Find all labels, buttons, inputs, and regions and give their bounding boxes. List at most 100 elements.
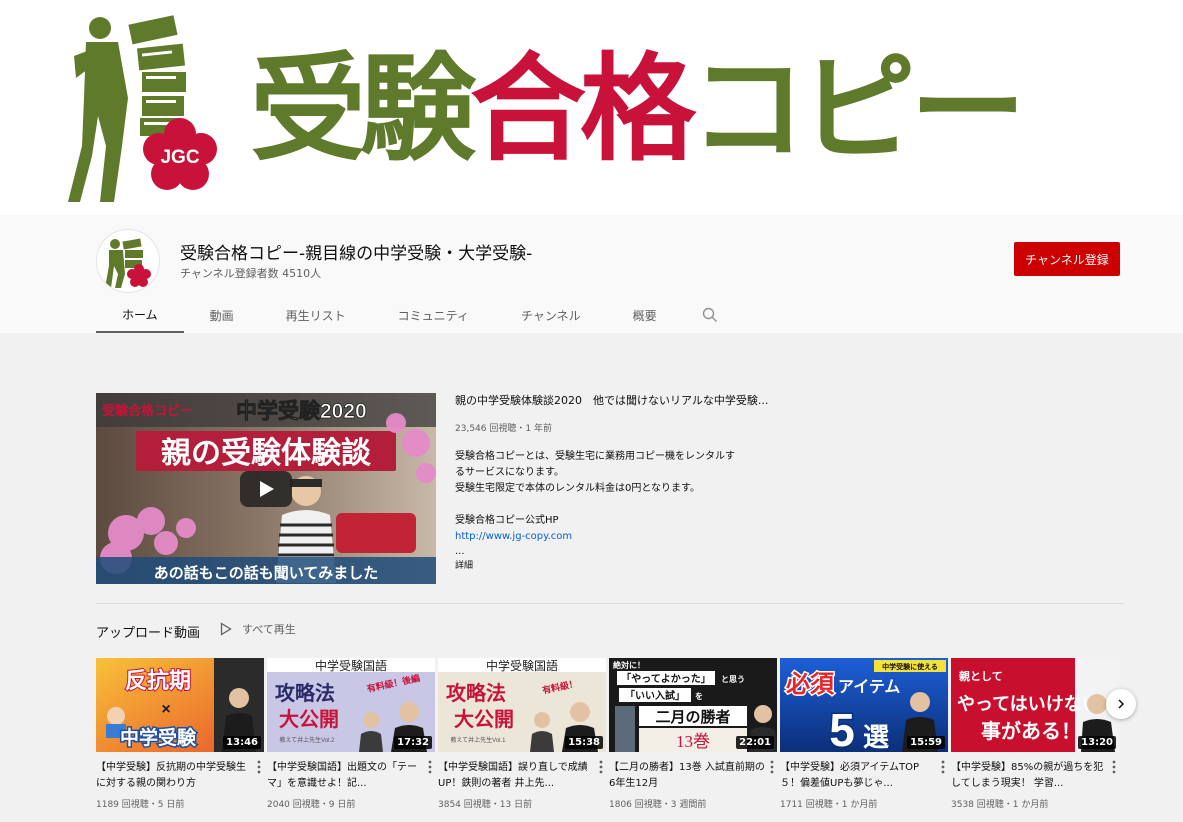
tab-videos[interactable]: 動画 [184, 297, 260, 333]
video-thumbnail[interactable]: 中学受験に使える 必須 アイテム 5 選 15:59 [780, 658, 948, 752]
video-meta: 3854 回視聴・13 日前 [438, 800, 533, 810]
more-actions-icon[interactable] [938, 759, 948, 775]
description-line: るサービスになります。 [455, 467, 564, 478]
video-thumbnail[interactable]: 絶対に！ 「やってよかった」 と思う 「いい入試」 を 二月の勝者 13巻 22… [609, 658, 777, 752]
featured-thumbnail-art: 受験合格コピー 中学受験2020 親の受験体験談 あの話もこの話も聞いてみました [96, 393, 436, 584]
subscribe-button[interactable]: チャンネル登録 [1014, 242, 1120, 276]
thumb-text: 中学受験に使える [882, 662, 938, 671]
video-thumbnail[interactable]: 反抗期 × 中学受験 13:46 [96, 658, 264, 752]
tab-about[interactable]: 概要 [607, 297, 683, 333]
more-actions-icon[interactable] [1109, 759, 1119, 775]
video-title[interactable]: 【中学受験】必須アイテムTOP５！偏差値UPも夢じゃ... [780, 760, 948, 792]
video-duration: 13:20 [1078, 736, 1116, 749]
video-card[interactable]: 反抗期 × 中学受験 13:46 【中学受験】反抗期の中学受験生に対する親の関わ… [96, 658, 264, 810]
tab-playlists[interactable]: 再生リスト [260, 297, 372, 333]
thumb-text: 中学受験 [120, 726, 197, 749]
video-card[interactable]: 中学受験に使える 必須 アイテム 5 選 15:59 【中学受験】必須アイテムT… [780, 658, 948, 810]
video-card[interactable]: 親として やってはいけない 事がある！ 13:20 【中学受験】85%の親が過ち… [951, 658, 1119, 810]
video-card[interactable]: 中学受験国語 攻略法 大公開 有料級！ 教えて井上先生Vol.1 15:38 【… [438, 658, 606, 810]
video-meta: 2040 回視聴・9 日前 [267, 800, 356, 810]
video-thumbnail[interactable]: 中学受験国語 攻略法 大公開 有料級！後編 教えて井上先生Vol.2 17:32 [267, 658, 435, 752]
tab-home[interactable]: ホーム [96, 297, 184, 333]
description-line: 受験合格コピー公式HP [455, 515, 559, 526]
channel-tabs: ホーム 動画 再生リスト コミュニティ チャンネル 概要 [96, 297, 737, 333]
logo-badge-text: JGC [160, 147, 199, 168]
video-duration: 13:46 [223, 736, 261, 749]
featured-video-title[interactable]: 親の中学受験体験談2020 他では聞けないリアルな中学受験... [455, 393, 775, 409]
thumb-text: 「やってよかった」 [621, 672, 711, 685]
description-line [455, 497, 775, 513]
thumb-text: 親として [959, 669, 1003, 683]
video-duration: 22:01 [736, 736, 774, 749]
banner-title-part3: コピー [690, 42, 1026, 177]
featured-video-meta: 23,546 回視聴・1 年前 [455, 424, 552, 434]
more-actions-icon[interactable] [596, 759, 606, 775]
thumb-text: 「いい入試」 [625, 689, 685, 702]
thumb-text: と思う [721, 675, 745, 684]
uploads-shelf-title[interactable]: アップロード動画 [96, 622, 200, 641]
channel-header: 受験合格コピー-親目線の中学受験・大学受験- チャンネル登録者数 4510人 チ… [0, 215, 1183, 333]
play-all-button[interactable]: すべて再生 [220, 621, 296, 637]
thumb-text: 必須 [786, 671, 835, 698]
thumb-headline1: 中学受験2020 [236, 399, 367, 423]
video-duration: 15:59 [907, 736, 945, 749]
channel-name: 受験合格コピー-親目線の中学受験・大学受験- [180, 244, 533, 264]
video-title[interactable]: 【中学受験】85%の親が過ちを犯してしまう現実！ 学習... [951, 760, 1119, 792]
thumb-text: やってはいけない [957, 694, 1100, 714]
more-actions-icon[interactable] [767, 759, 777, 775]
video-meta: 1711 回視聴・1 か月前 [780, 800, 878, 810]
video-meta: 1806 回視聴・3 週間前 [609, 800, 707, 810]
show-more-button[interactable]: 詳細 [455, 559, 775, 573]
thumb-text: 事がある！ [981, 719, 1081, 743]
subscriber-count: チャンネル登録者数 4510人 [180, 267, 322, 280]
video-duration: 15:38 [565, 736, 603, 749]
thumb-text: を [695, 692, 703, 701]
video-title[interactable]: 【中学受験国語】誤り直しで成績UP！鉄則の著者 井上先... [438, 760, 606, 792]
tab-channels[interactable]: チャンネル [495, 297, 607, 333]
tab-community[interactable]: コミュニティ [372, 297, 495, 333]
video-title[interactable]: 【中学受験国語】出題文の「テーマ」を意識せよ！記... [267, 760, 435, 792]
description-line: 受験合格コピーとは、受験生宅に業務用コピー機をレンタルす [455, 451, 735, 462]
thumb-text: 反抗期 [125, 668, 191, 693]
video-thumbnail[interactable]: 中学受験国語 攻略法 大公開 有料級！ 教えて井上先生Vol.1 15:38 [438, 658, 606, 752]
copier-mascot-logo: JGC [68, 15, 217, 202]
thumb-text: 教えて井上先生Vol.1 [450, 736, 506, 744]
description-ellipsis: ... [455, 546, 465, 557]
banner-title: 受験 合格 コピー [250, 40, 1026, 180]
thumb-text: 絶対に！ [613, 660, 645, 670]
video-card[interactable]: 絶対に！ 「やってよかった」 と思う 「いい入試」 を 二月の勝者 13巻 22… [609, 658, 777, 810]
thumb-text: 中学受験国語 [315, 658, 387, 673]
video-thumbnail[interactable]: 親として やってはいけない 事がある！ 13:20 [951, 658, 1119, 752]
channel-search-button[interactable] [683, 297, 737, 333]
play-all-label: すべて再生 [242, 623, 296, 636]
chevron-right-icon [1118, 699, 1125, 709]
avatar-logo-icon [105, 238, 151, 288]
featured-video-info: 親の中学受験体験談2020 他では聞けないリアルな中学受験... 23,546 … [455, 393, 775, 573]
video-title[interactable]: 【中学受験】反抗期の中学受験生に対する親の関わり方 [96, 760, 264, 792]
thumb-text: 5 [829, 704, 855, 752]
play-icon[interactable] [240, 471, 292, 507]
channel-banner: JGC 受験 合格 コピー [0, 0, 1183, 215]
thumb-text: 教えて井上先生Vol.2 [279, 736, 335, 744]
channel-avatar[interactable] [96, 229, 160, 293]
thumb-text: 攻略法 [275, 681, 335, 705]
play-all-icon [220, 622, 232, 636]
section-divider [96, 603, 1124, 604]
featured-video-description: 受験合格コピーとは、受験生宅に業務用コピー機をレンタルす るサービスになります。… [455, 449, 775, 573]
banner-title-part1: 受験 [250, 42, 476, 177]
more-actions-icon[interactable] [254, 759, 264, 775]
official-site-link[interactable]: http://www.jg-copy.com [455, 529, 775, 545]
video-card[interactable]: 中学受験国語 攻略法 大公開 有料級！後編 教えて井上先生Vol.2 17:32… [267, 658, 435, 810]
search-icon [702, 307, 717, 322]
video-duration: 17:32 [394, 736, 432, 749]
more-actions-icon[interactable] [425, 759, 435, 775]
banner-title-part2: 合格 [470, 42, 696, 177]
shelf-next-button[interactable] [1106, 689, 1136, 719]
thumb-text: × [161, 701, 170, 718]
featured-video-thumbnail[interactable]: 受験合格コピー 中学受験2020 親の受験体験談 あの話もこの話も聞いてみました [96, 393, 436, 584]
thumb-text: 中学受験国語 [486, 658, 558, 673]
video-title[interactable]: 【二月の勝者】13巻 入試直前期の6年生12月 [609, 760, 777, 792]
thumb-text: 大公開 [279, 708, 339, 731]
video-meta: 1189 回視聴・5 日前 [96, 800, 185, 810]
video-meta: 3538 回視聴・1 か月前 [951, 800, 1049, 810]
